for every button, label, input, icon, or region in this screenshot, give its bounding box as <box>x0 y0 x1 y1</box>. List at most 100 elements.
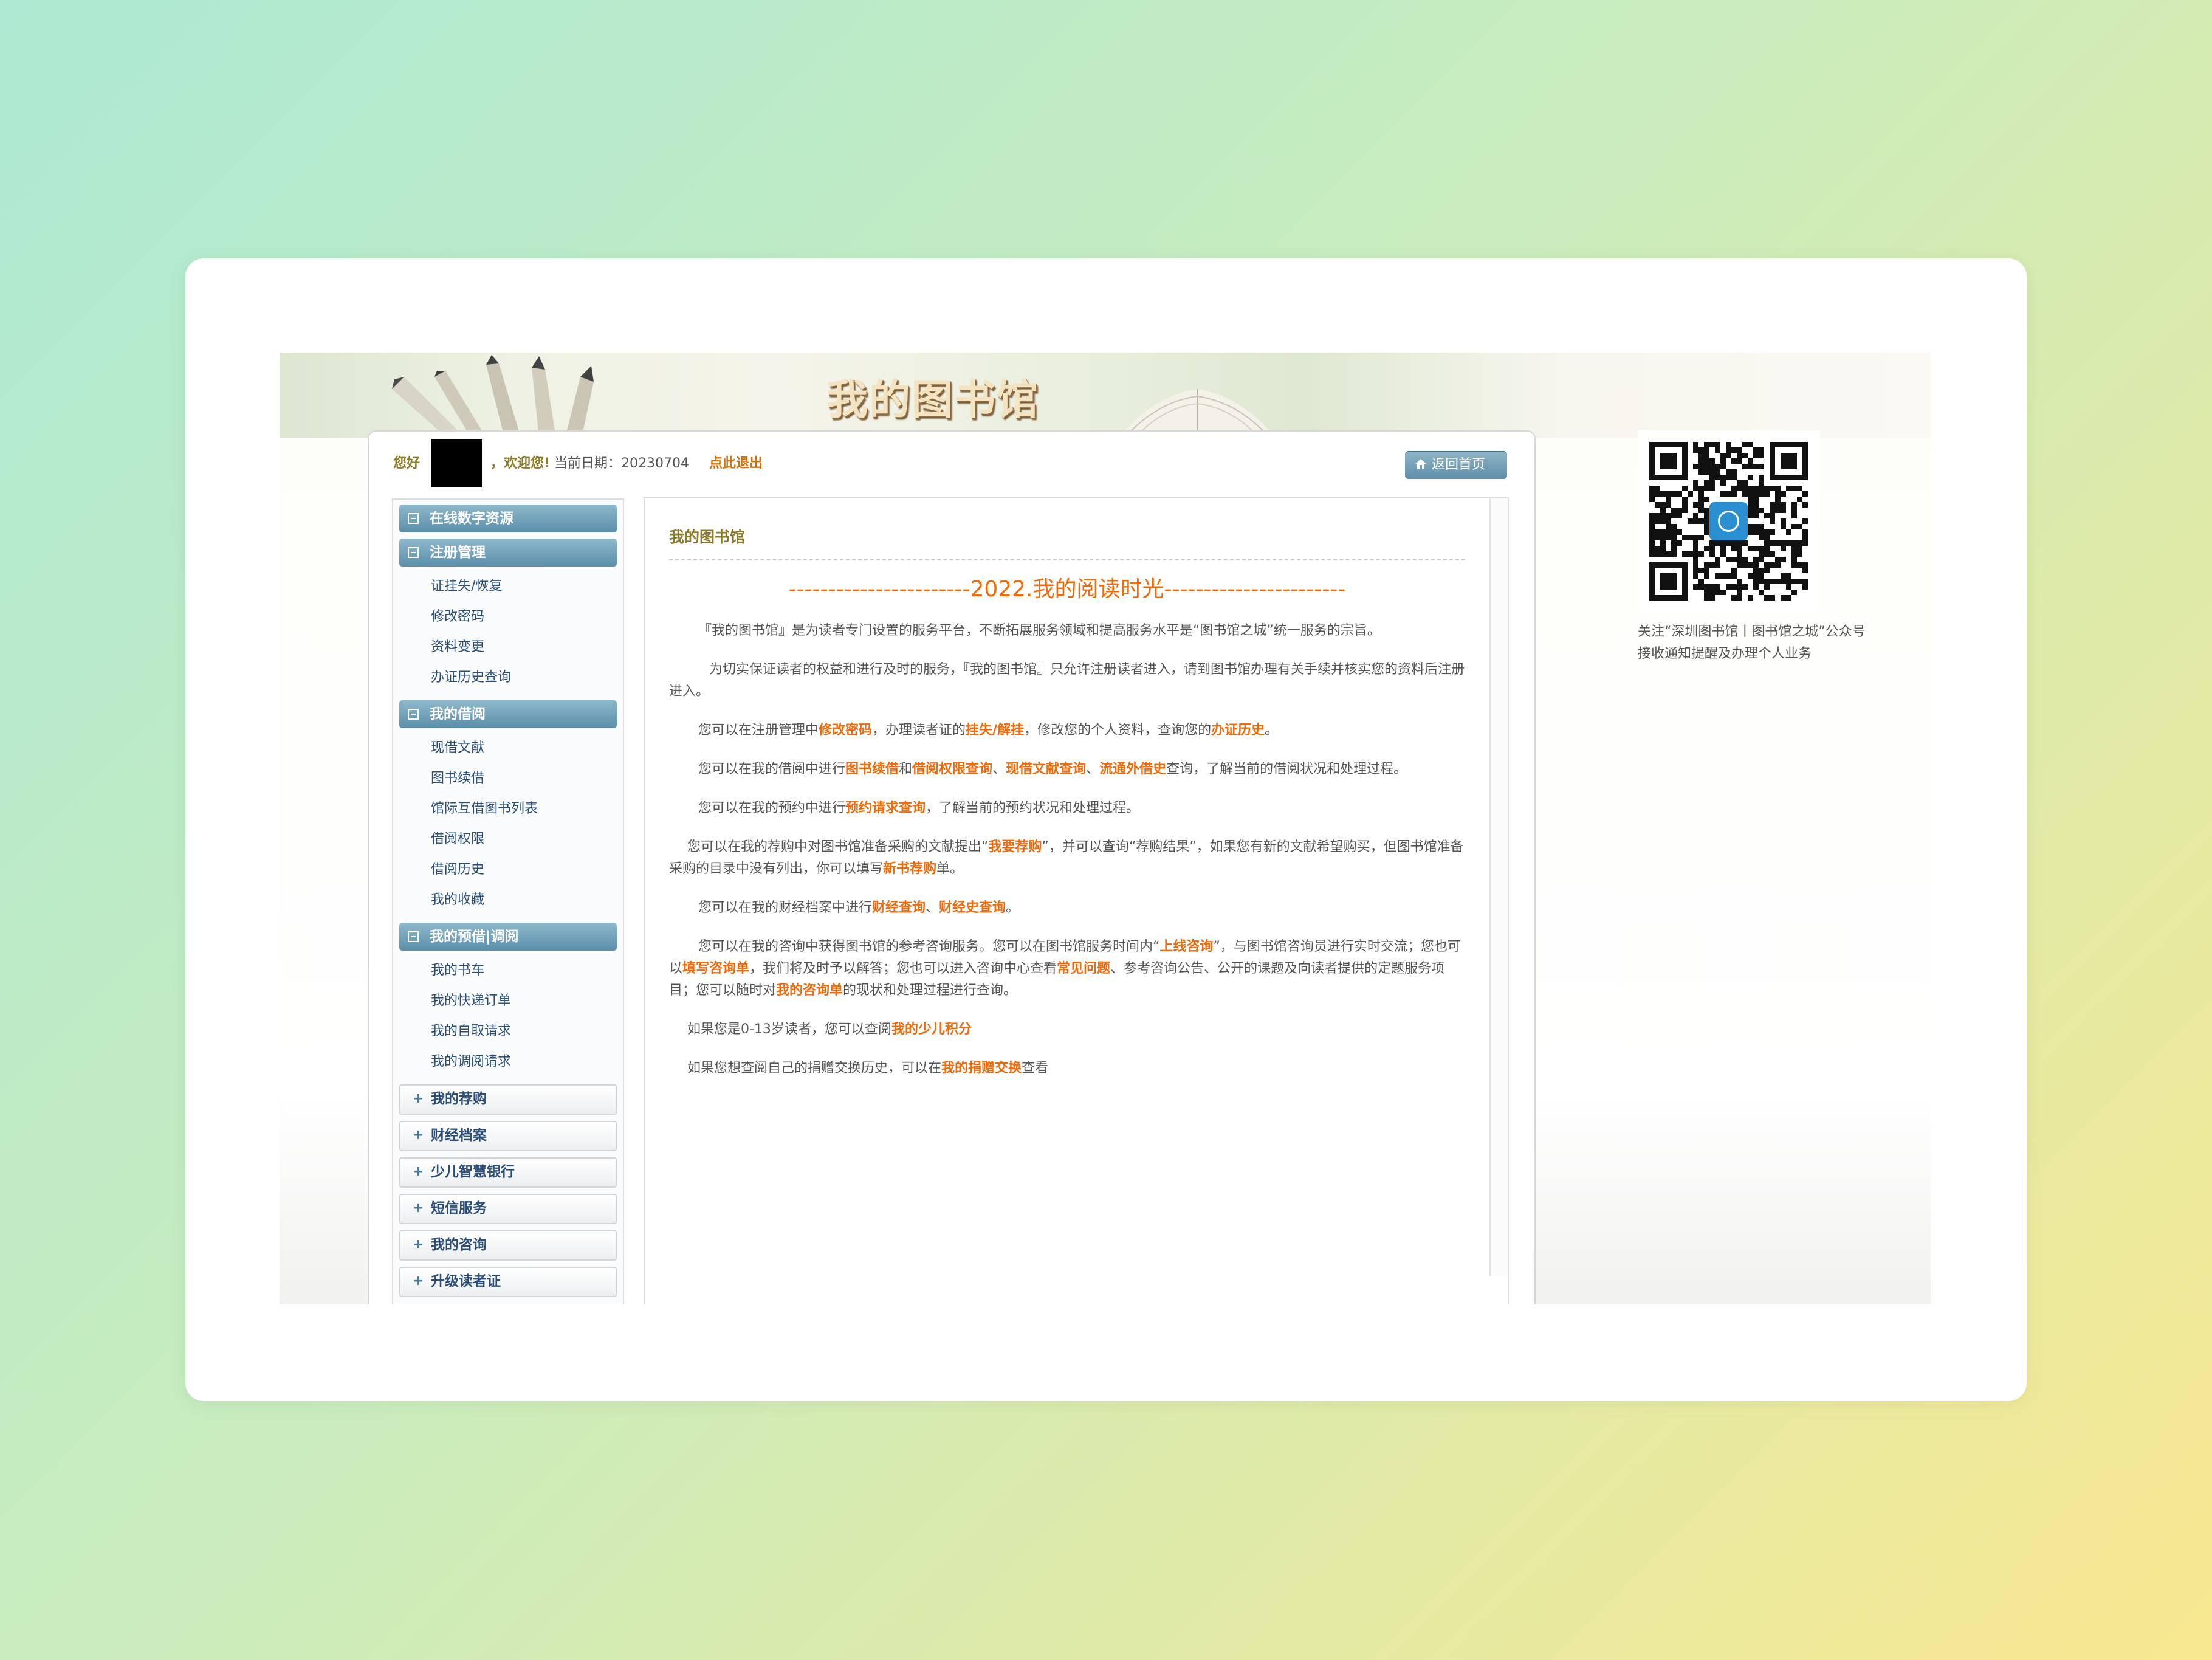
sidebar-item-book-cart[interactable]: 我的书车 <box>393 956 623 986</box>
sidebar-section-reservations[interactable]: 我的预借|调阅 <box>399 923 617 951</box>
sidebar-item-sms[interactable]: + 短信服务 <box>399 1194 617 1224</box>
qr-module <box>1698 579 1704 584</box>
qr-module <box>1748 491 1753 497</box>
sidebar-item-renew[interactable]: 图书续借 <box>393 763 623 794</box>
link-finance-history[interactable]: 财经史查询 <box>939 900 1006 915</box>
sidebar-item-finance[interactable]: + 财经档案 <box>399 1121 617 1151</box>
sidebar-item-retrieval-requests[interactable]: 我的调阅请求 <box>393 1047 623 1077</box>
intro-paragraphs: 『我的图书馆』是为读者专门设置的服务平台，不断拓展服务领域和提高服务水平是“图书… <box>669 620 1465 1097</box>
qr-module <box>1737 584 1742 590</box>
qr-module <box>1753 524 1759 529</box>
qr-module <box>1682 497 1688 502</box>
qr-module <box>1764 535 1770 540</box>
link-my-consult-forms[interactable]: 我的咨询单 <box>776 983 843 998</box>
qr-module <box>1660 513 1666 518</box>
qr-module <box>1748 502 1753 508</box>
qr-module <box>1791 579 1797 584</box>
sidebar-section-borrowing[interactable]: 我的借阅 <box>399 700 617 728</box>
sidebar-item-consult[interactable]: + 我的咨询 <box>399 1230 617 1261</box>
sidebar-item-express-orders[interactable]: 我的快递订单 <box>393 986 623 1016</box>
link-loan-history[interactable]: 流通外借史 <box>1099 762 1166 777</box>
link-faq[interactable]: 常见问题 <box>1057 961 1110 976</box>
qr-module <box>1688 491 1693 497</box>
sidebar-item-borrow-rights[interactable]: 借阅权限 <box>393 824 623 855</box>
sidebar-item-ill-list[interactable]: 馆际互借图书列表 <box>393 794 623 824</box>
qr-module <box>1704 453 1709 458</box>
qr-module <box>1775 497 1781 502</box>
content-scrollbar[interactable] <box>1489 498 1508 1276</box>
qr-module <box>1693 584 1698 590</box>
qr-module <box>1781 502 1786 508</box>
link-renew[interactable]: 图书续借 <box>845 762 899 777</box>
qr-module <box>1671 529 1677 535</box>
qr-module <box>1698 453 1704 458</box>
link-current-loans[interactable]: 现借文献查询 <box>1006 762 1086 777</box>
qr-module <box>1731 458 1737 464</box>
link-new-book-recommend[interactable]: 新书荐购 <box>883 861 936 876</box>
qr-module <box>1775 491 1781 497</box>
link-card-history[interactable]: 办证历史 <box>1211 723 1265 738</box>
link-recommend[interactable]: 我要荐购 <box>988 839 1042 855</box>
qr-module <box>1720 475 1726 480</box>
content-panel: 我的图书馆 -----------------------2022.我的阅读时光… <box>644 497 1509 1304</box>
sidebar-item-current-loans[interactable]: 现借文献 <box>393 733 623 763</box>
qr-module <box>1731 486 1737 491</box>
home-button[interactable]: 返回首页 <box>1405 451 1507 479</box>
link-online-consult[interactable]: 上线咨询 <box>1159 939 1213 954</box>
sidebar-item-upgrade-card[interactable]: + 升级读者证 <box>399 1267 617 1297</box>
sidebar-item-profile-change[interactable]: 资料变更 <box>393 632 623 663</box>
qr-module <box>1781 557 1786 562</box>
sidebar-item-favorites[interactable]: 我的收藏 <box>393 885 623 915</box>
sidebar-item-card-loss[interactable]: 证挂失/恢复 <box>393 571 623 602</box>
link-donation-exchange[interactable]: 我的捐赠交换 <box>941 1061 1022 1076</box>
qr-module <box>1731 568 1737 573</box>
qr-module <box>1709 469 1715 475</box>
qr-panel: 关注“深圳图书馆丨图书馆之城”公众号 接收通知提醒及办理个人业务 <box>1638 430 1893 665</box>
qr-module <box>1666 518 1671 524</box>
qr-module <box>1775 562 1781 568</box>
qr-module <box>1698 486 1704 491</box>
qr-module <box>1709 584 1715 590</box>
sidebar-item-card-history[interactable]: 办证历史查询 <box>393 663 623 693</box>
sidebar-section-online-resources[interactable]: 在线数字资源 <box>399 505 617 532</box>
sidebar-item-kids-bank[interactable]: + 少儿智慧银行 <box>399 1157 617 1188</box>
qr-module <box>1759 464 1764 469</box>
qr-module <box>1726 557 1731 562</box>
logout-link[interactable]: 点此退出 <box>709 456 763 471</box>
qr-module <box>1704 497 1709 502</box>
sidebar-item-pickup-requests[interactable]: 我的自取请求 <box>393 1016 623 1047</box>
link-fill-consult-form[interactable]: 填写咨询单 <box>682 961 749 976</box>
qr-module <box>1764 486 1770 491</box>
qr-module <box>1709 590 1715 595</box>
link-reservation-query[interactable]: 预约请求查询 <box>845 801 926 816</box>
link-finance-query[interactable]: 财经查询 <box>872 900 926 915</box>
greeting-hello: 您好 <box>393 456 421 471</box>
sidebar-item-borrow-history[interactable]: 借阅历史 <box>393 855 623 885</box>
qr-finder <box>1660 453 1677 469</box>
link-borrow-rights[interactable]: 借阅权限查询 <box>912 762 992 777</box>
link-card-loss[interactable]: 挂失/解挂 <box>966 723 1024 738</box>
qr-module <box>1720 453 1726 458</box>
qr-module <box>1671 546 1677 551</box>
qr-module <box>1704 508 1709 513</box>
qr-module <box>1775 502 1781 508</box>
qr-module <box>1781 546 1786 551</box>
reading-headline[interactable]: -----------------------2022.我的阅读时光------… <box>669 571 1465 603</box>
sidebar-section-registration[interactable]: 注册管理 <box>399 539 617 567</box>
qr-caption-line2: 接收通知提醒及办理个人业务 <box>1638 646 1812 661</box>
qr-module <box>1737 447 1742 453</box>
sidebar-item-change-password[interactable]: 修改密码 <box>393 602 623 632</box>
qr-module <box>1698 502 1704 508</box>
qr-module <box>1753 573 1759 579</box>
sidebar-item-recommend[interactable]: + 我的荐购 <box>399 1084 617 1115</box>
qr-module <box>1753 486 1759 491</box>
paragraph-intro: 『我的图书馆』是为读者专门设置的服务平台，不断拓展服务领域和提高服务水平是“图书… <box>698 623 1381 638</box>
qr-module <box>1731 447 1737 453</box>
qr-module <box>1781 595 1786 601</box>
qr-module <box>1742 442 1748 447</box>
expand-plus-icon: + <box>413 1237 424 1252</box>
link-kids-points[interactable]: 我的少儿积分 <box>891 1022 972 1037</box>
link-change-password[interactable]: 修改密码 <box>819 723 872 738</box>
qr-module <box>1693 480 1698 486</box>
qr-module <box>1698 551 1704 557</box>
